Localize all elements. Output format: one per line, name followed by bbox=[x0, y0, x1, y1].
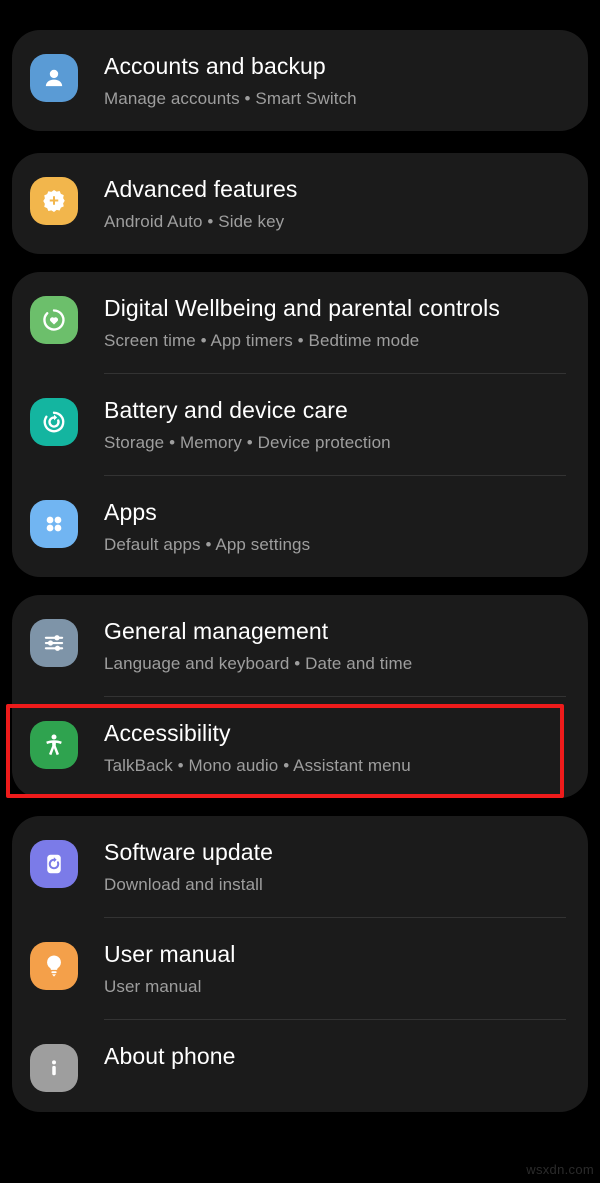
about-phone-icon bbox=[30, 1044, 78, 1092]
list-item-title: Battery and device care bbox=[104, 397, 348, 423]
list-item-software-update[interactable]: Software update Download and install bbox=[12, 816, 588, 917]
accounts-backup-icon bbox=[30, 54, 78, 102]
digital-wellbeing-icon bbox=[30, 296, 78, 344]
settings-group-advanced: Advanced features Android Auto • Side ke… bbox=[12, 153, 588, 254]
list-item-subtitle: TalkBack • Mono audio • Assistant menu bbox=[104, 756, 411, 775]
list-item-digital-wellbeing[interactable]: Digital Wellbeing and parental controls … bbox=[12, 272, 588, 373]
list-item-general-management[interactable]: General management Language and keyboard… bbox=[12, 595, 588, 696]
list-item-advanced-features[interactable]: Advanced features Android Auto • Side ke… bbox=[12, 153, 588, 254]
list-item-about-phone[interactable]: About phone bbox=[12, 1020, 588, 1112]
list-item-subtitle: Download and install bbox=[104, 875, 263, 894]
list-item-title: General management bbox=[104, 618, 329, 644]
list-item-accounts-and-backup[interactable]: Accounts and backup Manage accounts • Sm… bbox=[12, 30, 588, 131]
list-item-subtitle: User manual bbox=[104, 977, 202, 996]
list-item-subtitle: Manage accounts • Smart Switch bbox=[104, 89, 357, 108]
list-item-subtitle: Default apps • App settings bbox=[104, 535, 311, 554]
watermark: wsxdn.com bbox=[526, 1162, 594, 1177]
settings-list[interactable]: Accounts and backup Manage accounts • Sm… bbox=[0, 30, 600, 1112]
list-item-title: About phone bbox=[104, 1043, 236, 1069]
settings-screen: Settings Accoun bbox=[0, 0, 600, 1183]
list-item-title: Advanced features bbox=[104, 176, 298, 202]
accessibility-icon bbox=[30, 721, 78, 769]
general-management-icon bbox=[30, 619, 78, 667]
advanced-features-icon bbox=[30, 177, 78, 225]
settings-group-accounts: Accounts and backup Manage accounts • Sm… bbox=[12, 30, 588, 131]
list-item-title: Digital Wellbeing and parental controls bbox=[104, 295, 500, 321]
list-item-title: Accounts and backup bbox=[104, 53, 326, 79]
list-item-subtitle: Storage • Memory • Device protection bbox=[104, 433, 391, 452]
list-item-title: Accessibility bbox=[104, 720, 231, 746]
list-item-title: Software update bbox=[104, 839, 274, 865]
settings-group-management: General management Language and keyboard… bbox=[12, 595, 588, 798]
software-update-icon bbox=[30, 840, 78, 888]
list-item-battery-device-care[interactable]: Battery and device care Storage • Memory… bbox=[12, 374, 588, 475]
settings-group-system: Software update Download and install Use… bbox=[12, 816, 588, 1112]
list-item-title: User manual bbox=[104, 941, 236, 967]
settings-group-wellbeing: Digital Wellbeing and parental controls … bbox=[12, 272, 588, 577]
list-item-apps[interactable]: Apps Default apps • App settings bbox=[12, 476, 588, 577]
list-item-accessibility[interactable]: Accessibility TalkBack • Mono audio • As… bbox=[12, 697, 588, 798]
list-item-user-manual[interactable]: User manual User manual bbox=[12, 918, 588, 1019]
apps-icon bbox=[30, 500, 78, 548]
battery-device-care-icon bbox=[30, 398, 78, 446]
list-item-title: Apps bbox=[104, 499, 157, 525]
list-item-subtitle: Screen time • App timers • Bedtime mode bbox=[104, 331, 420, 350]
list-item-subtitle: Android Auto • Side key bbox=[104, 212, 285, 231]
list-item-subtitle: Language and keyboard • Date and time bbox=[104, 654, 413, 673]
user-manual-icon bbox=[30, 942, 78, 990]
